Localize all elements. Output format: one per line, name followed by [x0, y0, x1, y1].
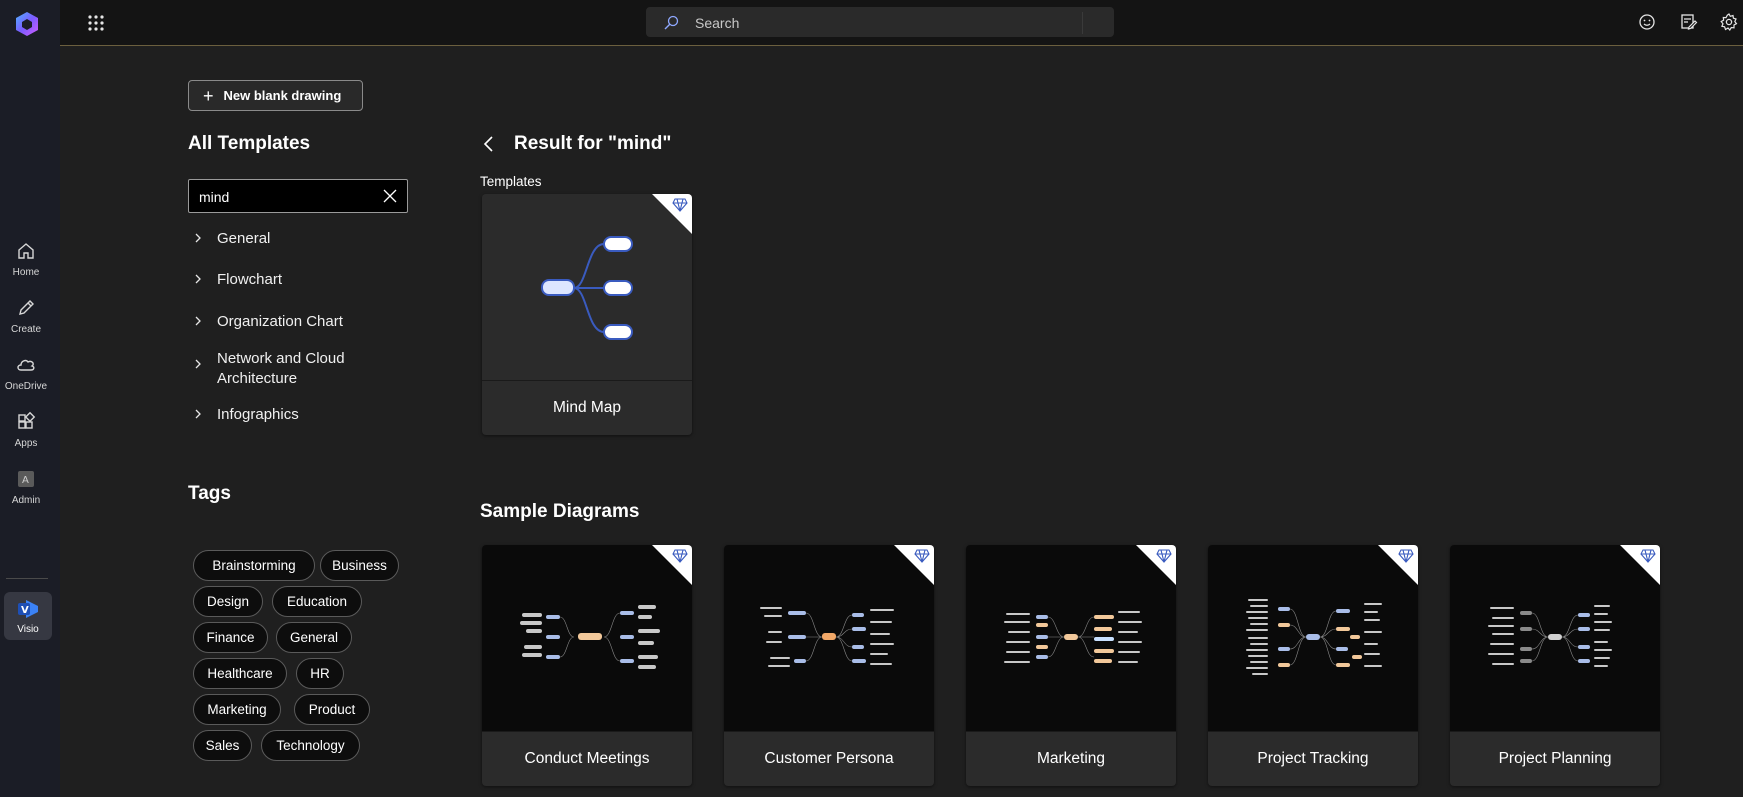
- premium-diamond-icon: [914, 549, 930, 563]
- chevron-right-icon: [195, 233, 201, 243]
- category-label: Flowchart: [217, 271, 283, 288]
- tag-general[interactable]: General: [276, 622, 352, 653]
- rail-item-onedrive[interactable]: OneDrive: [0, 350, 52, 402]
- sample-card-customer-persona[interactable]: Customer Persona: [724, 545, 934, 786]
- clear-icon[interactable]: [383, 189, 397, 203]
- sample-card-title: Project Planning: [1450, 731, 1660, 786]
- rail-item-apps[interactable]: Apps: [0, 407, 52, 459]
- cloud-icon: [17, 359, 35, 371]
- chevron-right-icon: [195, 316, 201, 326]
- all-templates-heading: All Templates: [188, 133, 311, 154]
- rail-item-label: Visio: [17, 624, 39, 635]
- visio-icon: V: [18, 600, 38, 618]
- sample-thumbnail: [482, 545, 692, 731]
- rail-item-label: Create: [10, 324, 41, 335]
- tag-marketing[interactable]: Marketing: [193, 694, 281, 725]
- category-infographics[interactable]: Infographics: [193, 405, 299, 425]
- new-blank-drawing-button[interactable]: + New blank drawing: [188, 80, 363, 111]
- template-filter-value: mind: [199, 189, 230, 205]
- tag-design[interactable]: Design: [193, 586, 263, 617]
- result-title: Result for "mind": [514, 133, 672, 154]
- rail-item-admin[interactable]: A Admin: [0, 464, 52, 516]
- sample-card-marketing[interactable]: Marketing: [966, 545, 1176, 786]
- chevron-right-icon: [195, 409, 201, 419]
- svg-text:V: V: [21, 605, 29, 616]
- rail-item-label: Home: [12, 267, 40, 278]
- category-general[interactable]: General: [193, 229, 270, 249]
- sample-card-project-planning[interactable]: Project Planning: [1450, 545, 1660, 786]
- template-card-title: Mind Map: [482, 380, 692, 435]
- premium-diamond-icon: [1398, 549, 1414, 563]
- visio-templates-page: Home Create OneDrive Apps A Admin V Visi…: [0, 0, 1743, 797]
- rail-item-create[interactable]: Create: [0, 293, 52, 345]
- rail-item-home[interactable]: Home: [0, 236, 52, 288]
- pencil-icon: [19, 300, 34, 315]
- notes-icon[interactable]: [1678, 12, 1698, 32]
- tag-hr[interactable]: HR: [296, 658, 344, 689]
- tag-education[interactable]: Education: [272, 586, 362, 617]
- chevron-right-icon: [195, 274, 201, 284]
- sample-thumbnail: [724, 545, 934, 731]
- rail-item-label: Apps: [14, 438, 38, 449]
- category-flowchart[interactable]: Flowchart: [193, 270, 282, 290]
- category-label: Organization Chart: [217, 313, 343, 330]
- sample-thumbnail: [1208, 545, 1418, 731]
- tag-healthcare[interactable]: Healthcare: [193, 658, 287, 689]
- sample-thumbnail: [966, 545, 1176, 731]
- search-box[interactable]: Search: [646, 7, 1114, 37]
- top-right-actions: [1637, 12, 1743, 32]
- search-divider: [1082, 12, 1083, 34]
- microsoft-365-logo-icon[interactable]: [13, 10, 41, 38]
- home-icon: [18, 243, 34, 259]
- plus-icon: +: [203, 85, 214, 106]
- search-placeholder: Search: [695, 15, 740, 31]
- sample-card-project-tracking[interactable]: Project Tracking: [1208, 545, 1418, 786]
- template-card-mind-map[interactable]: Mind Map: [482, 194, 692, 435]
- rail-item-label: Admin: [11, 495, 41, 506]
- apps-icon: [18, 411, 36, 429]
- sample-diagrams-heading: Sample Diagrams: [480, 501, 640, 522]
- sample-card-title: Marketing: [966, 731, 1176, 786]
- category-organization-chart[interactable]: Organization Chart: [193, 312, 343, 332]
- result-header: Result for "mind": [482, 133, 671, 155]
- tag-product[interactable]: Product: [294, 694, 370, 725]
- premium-diamond-icon: [1640, 549, 1656, 563]
- template-thumbnail: [482, 194, 692, 380]
- app-launcher-icon[interactable]: [86, 13, 106, 33]
- svg-text:A: A: [22, 475, 29, 486]
- tag-finance[interactable]: Finance: [193, 622, 268, 653]
- sample-thumbnail: [1450, 545, 1660, 731]
- tags-heading: Tags: [188, 483, 231, 504]
- rail-item-visio[interactable]: V Visio: [4, 592, 52, 640]
- sample-card-conduct-meetings[interactable]: Conduct Meetings: [482, 545, 692, 786]
- category-label: Infographics: [217, 406, 299, 423]
- top-bar: Search: [60, 0, 1743, 46]
- tag-brainstorming[interactable]: Brainstorming: [193, 550, 315, 581]
- search-icon: [664, 15, 679, 30]
- premium-diamond-icon: [672, 198, 688, 212]
- category-label: General: [217, 230, 271, 247]
- new-blank-drawing-label: New blank drawing: [223, 88, 342, 103]
- templates-label: Templates: [480, 174, 542, 189]
- sample-card-title: Customer Persona: [724, 731, 934, 786]
- premium-diamond-icon: [672, 549, 688, 563]
- tag-sales[interactable]: Sales: [193, 730, 252, 761]
- rail-divider: [6, 578, 48, 579]
- premium-diamond-icon: [1156, 549, 1172, 563]
- feedback-smiley-icon[interactable]: [1637, 12, 1657, 32]
- rail-item-label: OneDrive: [4, 381, 48, 392]
- sample-card-title: Project Tracking: [1208, 731, 1418, 786]
- app-rail: Home Create OneDrive Apps A Admin V Visi…: [0, 0, 60, 797]
- settings-icon[interactable]: [1719, 12, 1739, 32]
- sample-card-title: Conduct Meetings: [482, 731, 692, 786]
- category-network-and-cloud-architecture[interactable]: Network and Cloud Architecture: [193, 349, 363, 389]
- tag-business[interactable]: Business: [320, 550, 399, 581]
- template-filter-input[interactable]: mind: [188, 179, 408, 213]
- back-arrow-icon[interactable]: [482, 135, 496, 153]
- category-label: Network and Cloud Architecture: [217, 350, 345, 387]
- chevron-right-icon: [195, 359, 201, 369]
- admin-icon: A: [18, 471, 34, 487]
- tag-technology[interactable]: Technology: [261, 730, 360, 761]
